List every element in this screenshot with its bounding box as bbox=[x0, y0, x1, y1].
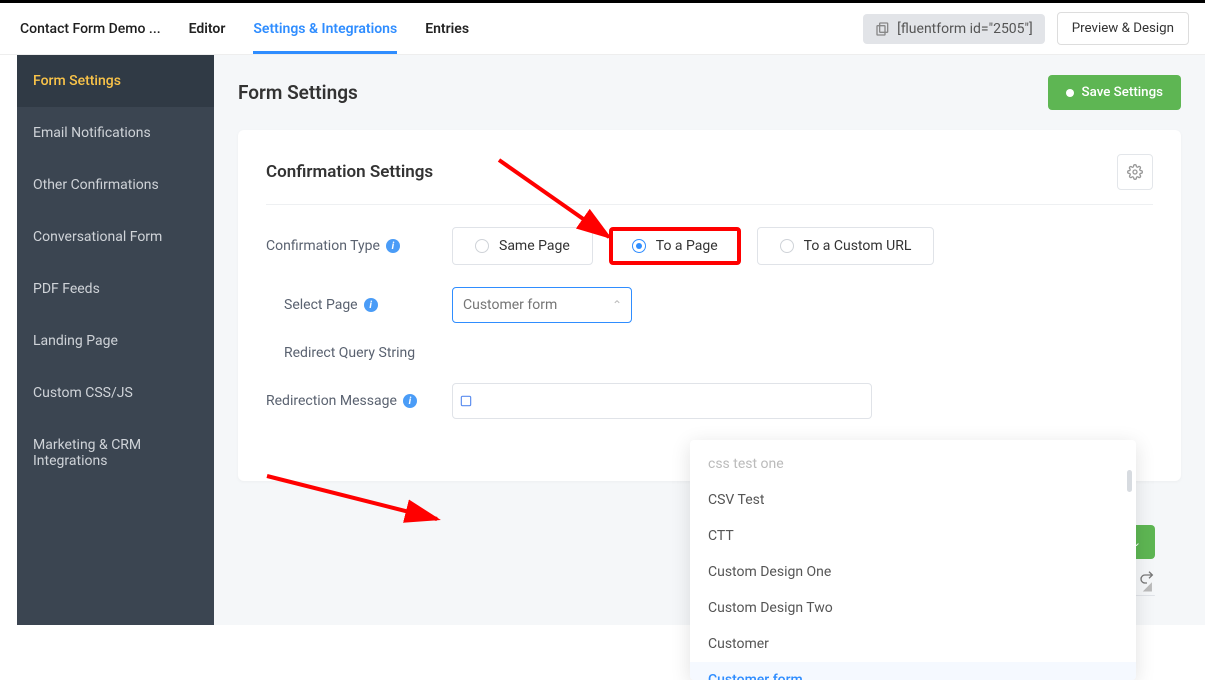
confirmation-settings-card: Confirmation Settings Confirmation Type … bbox=[238, 130, 1181, 481]
sidebar-item-marketing-crm[interactable]: Marketing & CRM Integrations bbox=[17, 419, 214, 487]
page-select-input[interactable] bbox=[452, 287, 632, 323]
scrollbar-thumb[interactable] bbox=[1127, 470, 1132, 492]
radio-custom-url[interactable]: To a Custom URL bbox=[757, 227, 935, 265]
dropdown-item[interactable]: css test one bbox=[690, 446, 1136, 482]
info-icon[interactable]: i bbox=[364, 298, 378, 312]
info-icon[interactable]: i bbox=[403, 394, 417, 408]
radio-to-page-label: To a Page bbox=[656, 238, 718, 254]
radio-same-page-label: Same Page bbox=[499, 238, 570, 254]
gear-icon bbox=[1127, 164, 1143, 180]
save-settings-button[interactable]: Save Settings bbox=[1048, 75, 1181, 110]
dropdown-item[interactable]: CSV Test bbox=[690, 482, 1136, 518]
redirection-message-label: Redirection Message bbox=[266, 393, 397, 409]
dropdown-item-selected[interactable]: Customer form bbox=[690, 662, 1136, 680]
sidebar-item-custom-css-js[interactable]: Custom CSS/JS bbox=[17, 367, 214, 419]
preview-design-button[interactable]: Preview & Design bbox=[1057, 12, 1189, 45]
tab-editor[interactable]: Editor bbox=[189, 5, 226, 53]
dropdown-item[interactable]: CTT bbox=[690, 518, 1136, 554]
radio-icon bbox=[632, 239, 646, 253]
toolbar-icon[interactable] bbox=[459, 394, 473, 408]
dropdown-item[interactable]: Customer bbox=[690, 626, 1136, 662]
radio-to-a-page[interactable]: To a Page bbox=[609, 227, 741, 265]
confirmation-type-label: Confirmation Type bbox=[266, 238, 380, 254]
sidebar: Form Settings Email Notifications Other … bbox=[17, 55, 214, 625]
sidebar-item-other-confirmations[interactable]: Other Confirmations bbox=[17, 159, 214, 211]
sidebar-item-pdf-feeds[interactable]: PDF Feeds bbox=[17, 263, 214, 315]
tab-settings[interactable]: Settings & Integrations bbox=[253, 5, 397, 53]
shortcode-text: [fluentform id="2505"] bbox=[897, 21, 1033, 37]
shortcode-copy[interactable]: [fluentform id="2505"] bbox=[863, 14, 1045, 44]
sidebar-item-conversational-form[interactable]: Conversational Form bbox=[17, 211, 214, 263]
form-title: Contact Form Demo ... bbox=[20, 21, 161, 37]
card-settings-button[interactable] bbox=[1117, 154, 1153, 190]
info-icon[interactable]: i bbox=[386, 239, 400, 253]
tab-entries[interactable]: Entries bbox=[425, 5, 469, 53]
select-page-label: Select Page bbox=[284, 297, 358, 313]
radio-custom-url-label: To a Custom URL bbox=[804, 238, 912, 254]
section-title: Confirmation Settings bbox=[266, 162, 433, 182]
radio-icon bbox=[780, 239, 794, 253]
editor-toolbar-left bbox=[452, 383, 872, 419]
copy-icon bbox=[875, 21, 891, 37]
nav-tabs: Editor Settings & Integrations Entries bbox=[189, 5, 469, 53]
record-icon bbox=[1066, 89, 1074, 97]
sidebar-item-landing-page[interactable]: Landing Page bbox=[17, 315, 214, 367]
redirect-query-label: Redirect Query String bbox=[284, 345, 415, 361]
main-content: Form Settings Save Settings Confirmation… bbox=[214, 55, 1205, 625]
radio-icon bbox=[475, 239, 489, 253]
sidebar-item-email-notifications[interactable]: Email Notifications bbox=[17, 107, 214, 159]
page-title: Form Settings bbox=[238, 81, 358, 104]
radio-same-page[interactable]: Same Page bbox=[452, 227, 593, 265]
sidebar-item-form-settings[interactable]: Form Settings bbox=[17, 55, 214, 107]
page-dropdown: css test one CSV Test CTT Custom Design … bbox=[690, 440, 1136, 680]
save-button-label: Save Settings bbox=[1082, 85, 1163, 100]
dropdown-item[interactable]: Custom Design Two bbox=[690, 590, 1136, 626]
page-select[interactable]: ⌃ bbox=[452, 287, 632, 323]
app-header: Contact Form Demo ... Editor Settings & … bbox=[0, 3, 1205, 55]
dropdown-item[interactable]: Custom Design One bbox=[690, 554, 1136, 590]
resize-handle-icon[interactable]: ◢ bbox=[1143, 579, 1152, 593]
